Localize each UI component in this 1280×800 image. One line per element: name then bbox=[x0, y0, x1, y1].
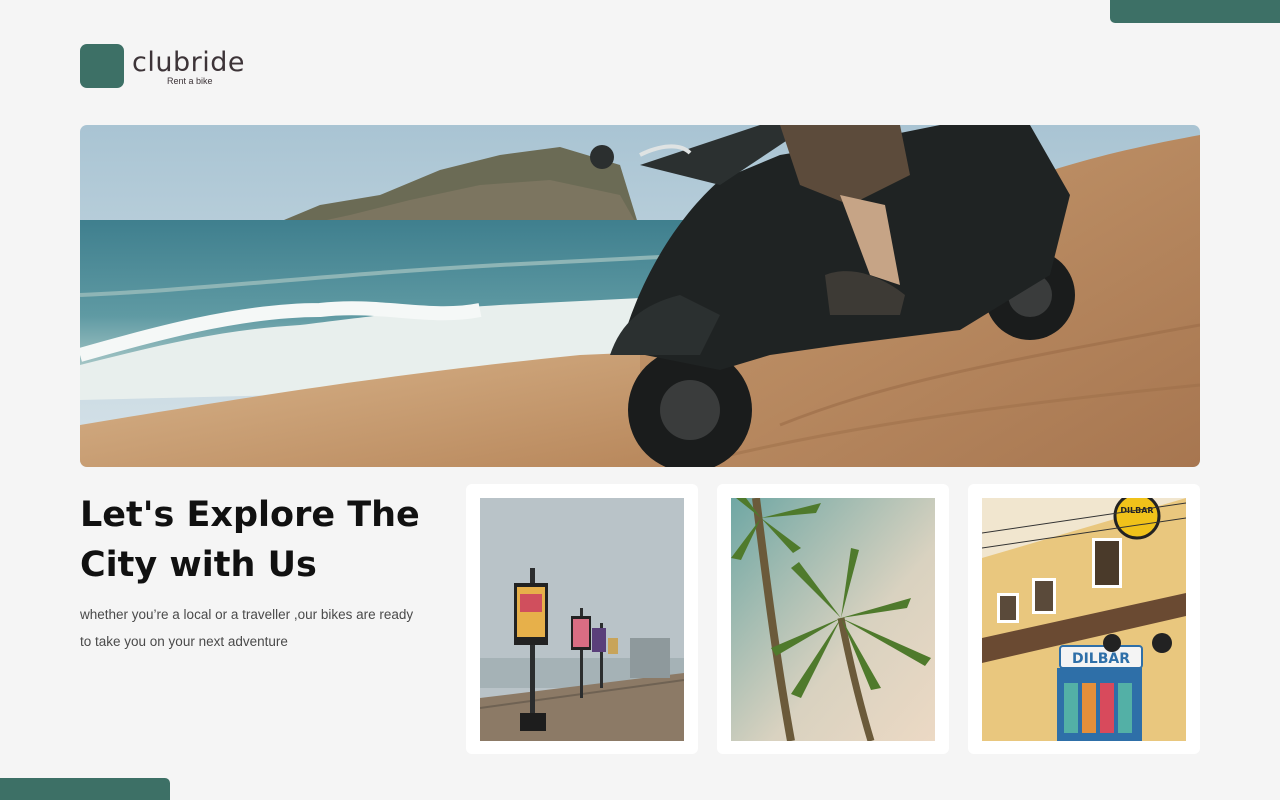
hero-banner bbox=[80, 125, 1200, 467]
logo-mark-icon bbox=[80, 44, 124, 88]
corner-accent-bottom bbox=[0, 778, 170, 800]
brand-tagline: Rent a bike bbox=[167, 76, 213, 86]
seaside-promenade-photo bbox=[480, 498, 684, 741]
brand-name: clubride bbox=[132, 47, 245, 78]
corner-accent-top bbox=[1110, 0, 1280, 23]
storefront-sign: DILBAR bbox=[1072, 651, 1130, 667]
gallery-card-promenade[interactable] bbox=[466, 484, 698, 754]
brand-logo[interactable]: clubride Rent a bike bbox=[80, 44, 262, 88]
scooter-on-beach-photo bbox=[80, 125, 1200, 467]
gallery-card-palms[interactable] bbox=[717, 484, 949, 754]
intro-description: whether you’re a local or a traveller ,o… bbox=[80, 607, 414, 649]
gallery-card-storefront[interactable]: DILBAR DILBAR bbox=[968, 484, 1200, 754]
palm-trees-photo bbox=[731, 498, 935, 741]
page-title: Let's Explore The City with Us bbox=[80, 495, 420, 585]
colonial-storefront-photo: DILBAR DILBAR bbox=[982, 498, 1186, 741]
